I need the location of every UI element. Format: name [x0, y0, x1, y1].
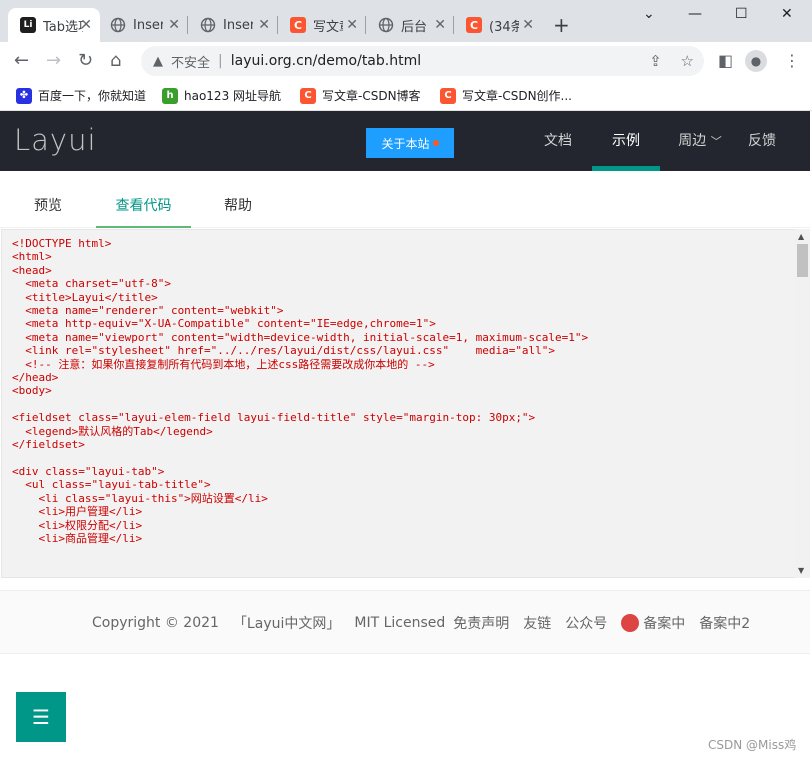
forward-icon[interactable]: → — [46, 50, 61, 71]
about-button-label: 关于本站 — [381, 136, 430, 151]
csdn-icon: C — [440, 87, 456, 104]
browser-tab-title: 写文章 — [313, 19, 343, 35]
footer-line: Copyright © 2021 「Layui中文网」 MIT Licensed… — [92, 613, 764, 633]
side-menu-button[interactable]: ☰ — [16, 692, 66, 742]
bookmark-baidu[interactable]: ✤ 百度一下，你就知道 — [16, 87, 146, 104]
back-icon[interactable]: ← — [14, 50, 29, 71]
scroll-down-icon[interactable]: ▼ — [798, 566, 804, 575]
close-tab-icon[interactable]: ✕ — [168, 17, 180, 33]
bookmark-star-icon[interactable]: ☆ — [681, 52, 694, 70]
license-link[interactable]: MIT Licensed — [354, 615, 445, 631]
notification-dot — [432, 140, 439, 146]
minimize-icon[interactable]: — — [688, 6, 702, 22]
warning-icon[interactable]: ▲ — [153, 54, 163, 69]
close-tab-icon[interactable]: ✕ — [434, 17, 446, 33]
url-text[interactable]: layui.org.cn/demo/tab.html — [231, 53, 421, 69]
hao123-icon: h — [162, 87, 178, 104]
code-panel[interactable]: <!DOCTYPE html> <html> <head> <meta char… — [1, 229, 810, 578]
record-link[interactable]: 备案中 — [643, 613, 685, 633]
nav-active-indicator — [592, 166, 660, 171]
side-panel-icon[interactable]: ◧ — [718, 51, 733, 70]
bookmark-label: hao123 网址导航 — [184, 89, 282, 103]
site-header: Layui 关于本站 文档 示例 周边 ﹀ 反馈 — [0, 111, 810, 171]
browser-tab-title: (34条 — [489, 19, 519, 35]
bookmarks-bar: ✤ 百度一下，你就知道 h hao123 网址导航 C 写文章-CSDN博客 C… — [0, 79, 812, 111]
bookmark-label: 写文章-CSDN博客 — [322, 89, 421, 103]
baidu-icon: ✤ — [16, 87, 32, 104]
wechat-link[interactable]: 公众号 — [565, 613, 607, 633]
scroll-up-icon[interactable]: ▲ — [798, 232, 804, 241]
bookmark-label: 写文章-CSDN创作... — [462, 89, 572, 103]
site-footer: Copyright © 2021 「Layui中文网」 MIT Licensed… — [0, 590, 810, 654]
globe-icon — [200, 17, 216, 33]
browser-tab-title: 后台 — [401, 19, 428, 35]
tab-search-icon[interactable]: ⌄ — [643, 6, 655, 22]
close-tab-icon[interactable]: ✕ — [80, 17, 92, 33]
disclaimer-link[interactable]: 免责声明 — [453, 613, 509, 633]
browser-tab-3[interactable]: Insert title ✕ — [188, 8, 278, 42]
omnibox-actions: ⇪ ☆ — [635, 52, 694, 70]
doc-tabs: 预览 查看代码 帮助 — [0, 185, 810, 228]
watermark: CSDN @Miss鸡 — [708, 738, 797, 752]
browser-tab-strip: Li Tab选项卡 ✕ Insert title ✕ Insert title … — [0, 0, 812, 42]
tab-view-code[interactable]: 查看代码 — [96, 185, 191, 228]
home-icon[interactable]: ⌂ — [110, 50, 121, 71]
browser-tab-2[interactable]: Insert title ✕ — [98, 8, 188, 42]
menu-icon: ☰ — [32, 705, 50, 729]
about-button[interactable]: 关于本站 — [366, 128, 454, 158]
copyright-text: Copyright © 2021 — [92, 615, 219, 631]
csdn-icon: C — [290, 17, 306, 33]
browser-tab-title: Insert title — [133, 17, 163, 33]
reload-icon[interactable]: ↻ — [78, 50, 93, 71]
browser-tab-5[interactable]: 后台 ✕ — [366, 8, 454, 42]
insecure-label: 不安全 — [171, 55, 211, 71]
browser-toolbar: ← → ↻ ⌂ ▲ 不安全 | layui.org.cn/demo/tab.ht… — [0, 42, 812, 79]
close-window-icon[interactable]: ✕ — [781, 6, 793, 22]
browser-tab-6[interactable]: C (34条 ✕ — [454, 8, 542, 42]
csdn-icon: C — [466, 17, 482, 33]
address-bar[interactable]: ▲ 不安全 | layui.org.cn/demo/tab.html ⇪ ☆ — [141, 46, 704, 76]
close-tab-icon[interactable]: ✕ — [346, 17, 358, 33]
profile-avatar-icon[interactable]: ● — [745, 50, 767, 72]
nav-examples[interactable]: 示例 — [592, 111, 660, 171]
nav-feedback[interactable]: 反馈 — [738, 111, 786, 171]
scroll-thumb[interactable] — [797, 244, 808, 277]
nav-around-label: 周边 — [678, 133, 707, 149]
browser-tab-4[interactable]: C 写文章 ✕ — [278, 8, 366, 42]
globe-icon — [110, 17, 126, 33]
csdn-icon: C — [300, 87, 316, 104]
bookmark-csdn-1[interactable]: C 写文章-CSDN博客 — [300, 87, 421, 104]
close-tab-icon[interactable]: ✕ — [522, 17, 534, 33]
tab-preview[interactable]: 预览 — [14, 185, 82, 228]
bookmark-label: 百度一下，你就知道 — [38, 89, 147, 103]
police-badge-icon — [621, 614, 640, 632]
layui-favicon: Li — [20, 17, 36, 33]
chevron-down-icon: ﹀ — [710, 135, 722, 148]
friend-links[interactable]: 友链 — [523, 613, 551, 633]
bookmark-csdn-2[interactable]: C 写文章-CSDN创作... — [440, 87, 572, 104]
site-logo[interactable]: Layui — [14, 123, 97, 157]
site-name-link[interactable]: 「Layui中文网」 — [233, 613, 340, 633]
browser-tab-title: Insert title — [223, 17, 253, 33]
divider: | — [218, 53, 223, 69]
close-tab-icon[interactable]: ✕ — [258, 17, 270, 33]
nav-docs[interactable]: 文档 — [530, 111, 586, 171]
globe-icon — [378, 17, 394, 33]
new-tab-button[interactable]: + — [553, 13, 570, 37]
share-icon[interactable]: ⇪ — [649, 52, 662, 70]
maximize-icon[interactable]: ☐ — [735, 6, 748, 22]
code-scrollbar[interactable]: ▲ ▼ — [795, 229, 810, 578]
code-text[interactable]: <!DOCTYPE html> <html> <head> <meta char… — [12, 237, 792, 545]
browser-tab-1[interactable]: Li Tab选项卡 ✕ — [8, 8, 100, 42]
browser-tab-title: Tab选项卡 — [43, 19, 83, 35]
nav-around[interactable]: 周边 ﹀ — [668, 111, 732, 171]
record2-link[interactable]: 备案中2 — [699, 613, 750, 633]
more-menu-icon[interactable]: ⋮ — [784, 51, 800, 70]
bookmark-hao123[interactable]: h hao123 网址导航 — [162, 87, 281, 104]
tab-help[interactable]: 帮助 — [204, 185, 272, 228]
